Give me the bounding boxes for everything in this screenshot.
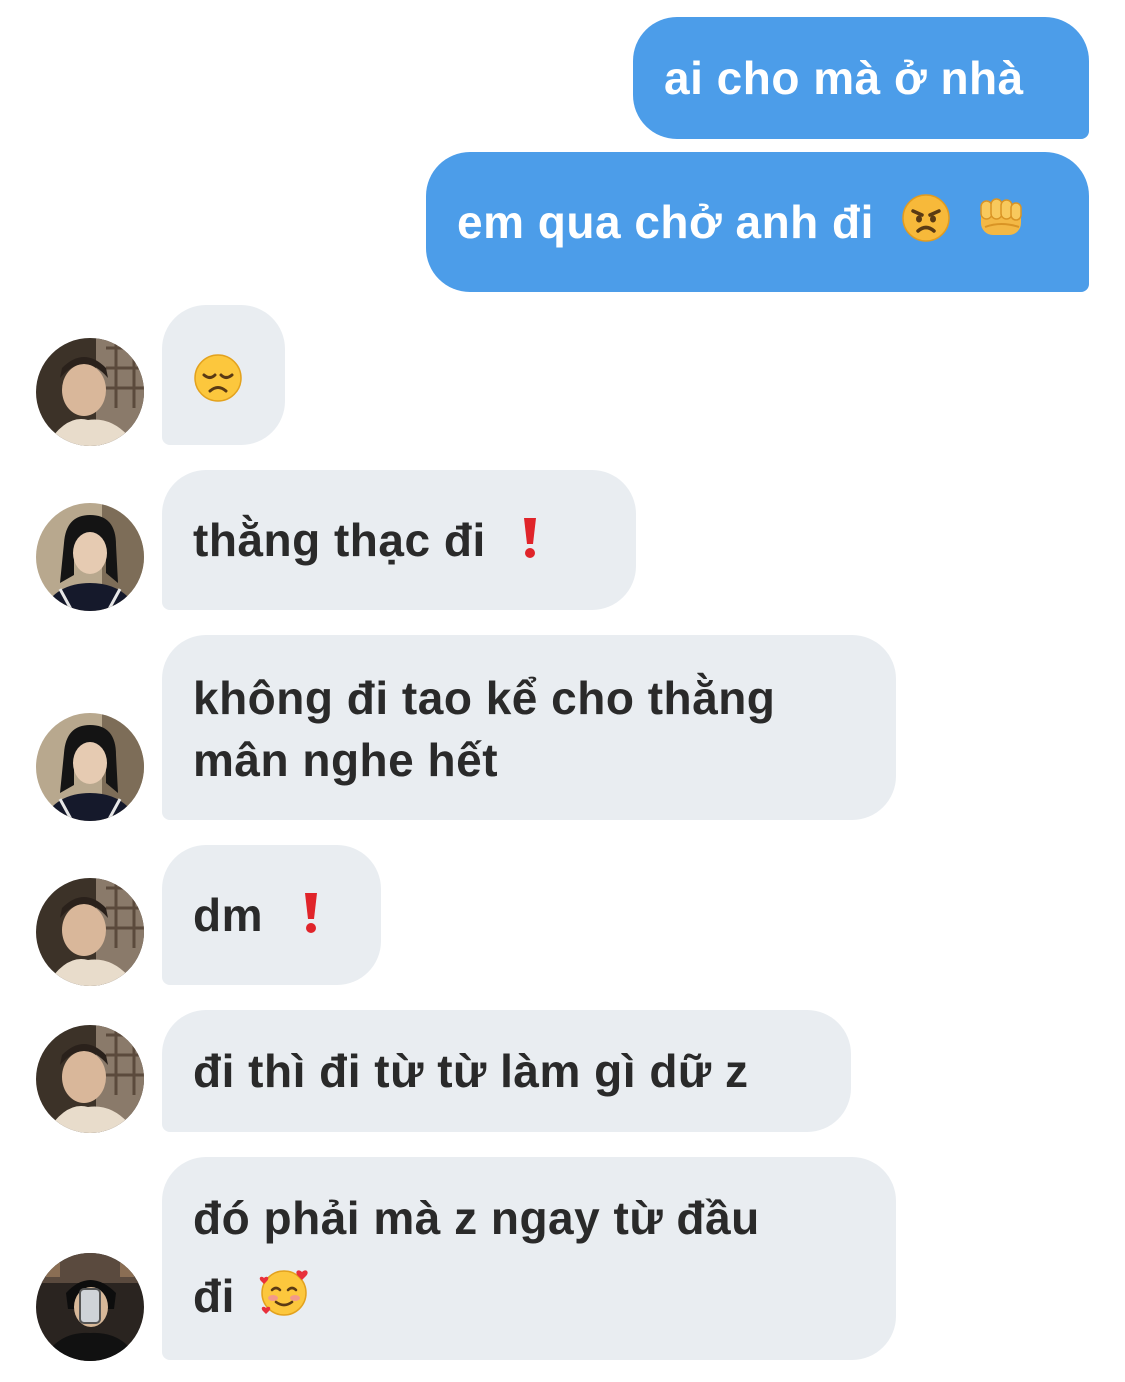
- received-message-bubble[interactable]: đó phải mà z ngay từ đầu đi: [162, 1157, 896, 1360]
- red-exclamation-icon: [519, 513, 541, 575]
- message-text: thằng thạc đi: [193, 514, 486, 566]
- message-text-line: đó phải mà z ngay từ đầu: [193, 1192, 760, 1244]
- received-message-bubble[interactable]: đi thì đi từ từ làm gì dữ z: [162, 1010, 851, 1132]
- avatar[interactable]: [36, 338, 144, 446]
- angry-face-icon: [901, 193, 951, 258]
- message-text: em qua chở anh đi: [457, 196, 874, 248]
- message-text: dm: [193, 889, 263, 941]
- message-text: đi thì đi từ từ làm gì dữ z: [193, 1045, 749, 1097]
- message-text-line: đi: [193, 1270, 235, 1322]
- avatar[interactable]: [36, 1025, 144, 1133]
- smiling-face-with-hearts-icon: [258, 1266, 312, 1333]
- avatar[interactable]: [36, 503, 144, 611]
- received-message-bubble[interactable]: thằng thạc đi: [162, 470, 636, 610]
- message-text-line-wrap: đi: [193, 1265, 896, 1333]
- fist-bump-icon: [975, 193, 1027, 258]
- avatar[interactable]: [36, 713, 144, 821]
- avatar[interactable]: [36, 1253, 144, 1361]
- sent-message-bubble[interactable]: em qua chở anh đi: [426, 152, 1089, 292]
- received-message-bubble[interactable]: không đi tao kể cho thằng mân nghe hết: [162, 635, 896, 820]
- received-message-bubble[interactable]: [162, 305, 285, 445]
- received-message-bubble[interactable]: dm: [162, 845, 381, 985]
- sent-message-bubble[interactable]: ai cho mà ở nhà: [633, 17, 1089, 139]
- disappointed-face-icon: [193, 353, 243, 418]
- red-exclamation-icon: [300, 888, 322, 950]
- message-text: ai cho mà ở nhà: [664, 52, 1024, 104]
- avatar[interactable]: [36, 878, 144, 986]
- message-text-line: không đi tao kể cho thằng: [193, 672, 776, 724]
- message-text-line: mân nghe hết: [193, 734, 499, 786]
